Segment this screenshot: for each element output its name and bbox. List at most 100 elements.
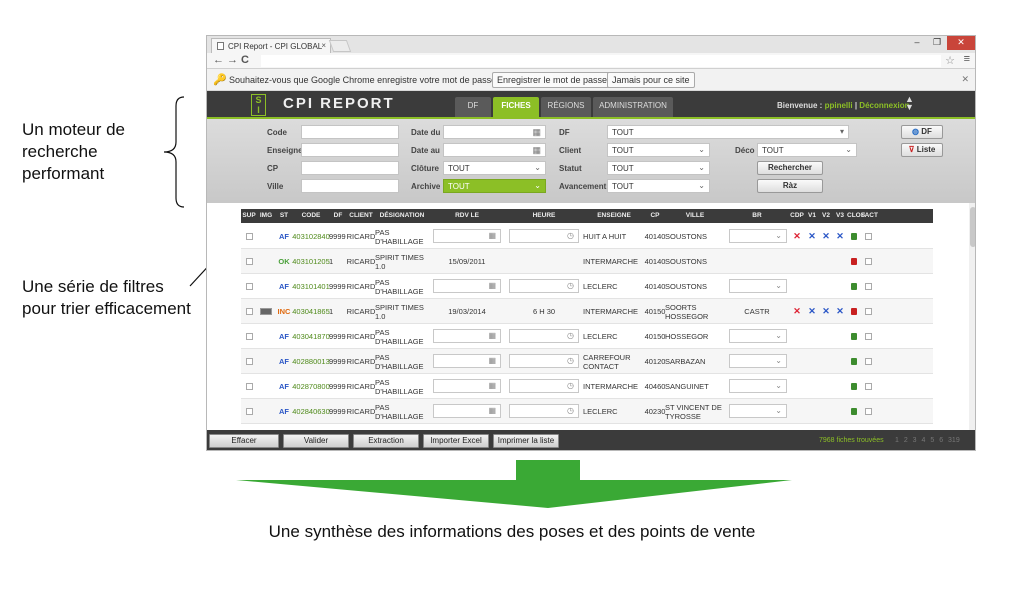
- lock-icon[interactable]: [851, 333, 857, 340]
- bookmark-star-icon[interactable]: ☆: [945, 54, 955, 67]
- close-infobar-icon[interactable]: ✕: [961, 74, 969, 85]
- browser-tab[interactable]: CPI Report - CPI GLOBAL ×: [211, 38, 331, 53]
- lock-icon[interactable]: [851, 233, 857, 240]
- heure-input[interactable]: ◷: [509, 404, 579, 418]
- client-select[interactable]: TOUT ⌄: [607, 143, 710, 157]
- scrollbar-thumb[interactable]: [970, 207, 975, 247]
- clock-icon[interactable]: ◷: [567, 281, 574, 290]
- lock-icon[interactable]: [851, 383, 857, 390]
- maximize-icon[interactable]: ❐: [927, 36, 947, 50]
- cdp-cross-icon[interactable]: ✕: [793, 307, 801, 316]
- heure-input[interactable]: ◷: [509, 279, 579, 293]
- column-header[interactable]: IMG: [257, 212, 275, 219]
- br-select[interactable]: ⌄: [729, 279, 787, 293]
- select-checkbox[interactable]: [245, 408, 253, 415]
- menu-icon[interactable]: ≡: [964, 53, 970, 65]
- fact-checkbox[interactable]: [864, 358, 872, 365]
- clock-icon[interactable]: ◷: [567, 331, 574, 340]
- select-checkbox[interactable]: [245, 283, 253, 290]
- br-select[interactable]: ⌄: [729, 354, 787, 368]
- select-checkbox[interactable]: [245, 383, 253, 390]
- br-select[interactable]: ⌄: [729, 329, 787, 343]
- reload-icon[interactable]: C: [241, 54, 249, 66]
- liste-button[interactable]: ⊽ Liste: [901, 143, 943, 157]
- rdv-date-input[interactable]: ▦: [433, 379, 501, 393]
- sort-updown-icon[interactable]: ▲ ▼: [905, 95, 914, 112]
- column-header[interactable]: CODE: [293, 212, 329, 219]
- column-header[interactable]: CDP: [789, 212, 805, 219]
- fact-checkbox[interactable]: [864, 233, 872, 240]
- column-header[interactable]: DF: [329, 212, 347, 219]
- back-icon[interactable]: ←: [213, 54, 224, 66]
- lock-icon[interactable]: [851, 283, 857, 290]
- column-header[interactable]: RDV LE: [429, 212, 505, 219]
- valider-button[interactable]: Valider: [283, 434, 349, 448]
- logout-link[interactable]: Déconnexion: [859, 101, 909, 110]
- cdp-cross-icon[interactable]: ✕: [793, 232, 801, 241]
- column-header[interactable]: ST: [275, 212, 293, 219]
- v1-cross-icon[interactable]: ✕: [808, 232, 816, 241]
- fact-checkbox[interactable]: [864, 333, 872, 340]
- code-link[interactable]: 402870800: [292, 382, 330, 391]
- rdv-date-input[interactable]: ▦: [433, 404, 501, 418]
- tab-administration[interactable]: ADMINISTRATION: [593, 97, 673, 117]
- calendar-icon[interactable]: ▦: [532, 127, 541, 138]
- cloture-select[interactable]: TOUT ⌄: [443, 161, 546, 175]
- date-au-input[interactable]: ▦: [443, 143, 546, 157]
- extraction-button[interactable]: Extraction: [353, 434, 419, 448]
- imprimer-liste-button[interactable]: Imprimer la liste: [493, 434, 559, 448]
- statut-select[interactable]: TOUT ⌄: [607, 161, 710, 175]
- fact-checkbox[interactable]: [864, 383, 872, 390]
- code-input[interactable]: [301, 125, 399, 139]
- new-tab-button[interactable]: [328, 40, 352, 52]
- lock-icon[interactable]: [851, 308, 857, 315]
- v1-cross-icon[interactable]: ✕: [808, 307, 816, 316]
- effacer-button[interactable]: Effacer: [209, 434, 279, 448]
- column-header[interactable]: BR: [725, 212, 789, 219]
- select-checkbox[interactable]: [245, 308, 253, 315]
- br-select[interactable]: ⌄: [729, 229, 787, 243]
- v2-cross-icon[interactable]: ✕: [822, 307, 830, 316]
- heure-input[interactable]: ◷: [509, 329, 579, 343]
- code-link[interactable]: 402840630: [292, 407, 330, 416]
- select-checkbox[interactable]: [245, 358, 253, 365]
- table-row[interactable]: AF 403101401 9999 RICARD PAS D'HABILLAGE ▦ ◷ LE…: [241, 274, 933, 299]
- minimize-icon[interactable]: –: [907, 36, 927, 50]
- clock-icon[interactable]: ◷: [567, 356, 574, 365]
- column-header[interactable]: CLOS: [847, 212, 865, 219]
- lock-icon[interactable]: [851, 408, 857, 415]
- table-row[interactable]: AF 402880013 9999 RICARD PAS D'HABILLAGE ▦ ◷ CA…: [241, 349, 933, 374]
- column-header[interactable]: HEURE: [505, 212, 583, 219]
- column-header[interactable]: V3: [833, 212, 847, 219]
- never-button[interactable]: Jamais pour ce site: [607, 72, 695, 88]
- table-row[interactable]: OK 403101205 1 RICARD SPIRIT TIMES 1.0 15/09/…: [241, 249, 933, 274]
- fact-checkbox[interactable]: [864, 283, 872, 290]
- code-link[interactable]: 403102840: [292, 232, 330, 241]
- fact-checkbox[interactable]: [864, 258, 872, 265]
- code-link[interactable]: 403041870: [292, 332, 330, 341]
- tab-df[interactable]: DF: [455, 97, 491, 117]
- rdv-date-input[interactable]: ▦: [433, 354, 501, 368]
- select-checkbox[interactable]: [245, 258, 253, 265]
- calendar-icon[interactable]: ▦: [488, 281, 496, 290]
- column-header[interactable]: VILLE: [665, 212, 725, 219]
- rdv-date-input[interactable]: ▦: [433, 329, 501, 343]
- table-row[interactable]: AF 403041870 9999 RICARD PAS D'HABILLAGE ▦ ◷ LE…: [241, 324, 933, 349]
- lock-icon[interactable]: [851, 358, 857, 365]
- calendar-icon[interactable]: ▦: [488, 331, 496, 340]
- clock-icon[interactable]: ◷: [567, 381, 574, 390]
- rechercher-button[interactable]: Rechercher: [757, 161, 823, 175]
- df-export-button[interactable]: ◍ DF: [901, 125, 943, 139]
- table-row[interactable]: AF 403102840 9999 RICARD PAS D'HABILLAGE ▦ ◷ HU…: [241, 224, 933, 249]
- avancement-select[interactable]: TOUT ⌄: [607, 179, 710, 193]
- br-select[interactable]: ⌄: [729, 404, 787, 418]
- close-tab-icon[interactable]: ×: [321, 41, 326, 50]
- archive-select[interactable]: TOUT ⌄: [443, 179, 546, 193]
- raz-button[interactable]: Ràz: [757, 179, 823, 193]
- select-checkbox[interactable]: [245, 333, 253, 340]
- heure-input[interactable]: ◷: [509, 379, 579, 393]
- lock-icon[interactable]: [851, 258, 857, 265]
- column-header[interactable]: V1: [805, 212, 819, 219]
- rdv-date-input[interactable]: ▦: [433, 279, 501, 293]
- clock-icon[interactable]: ◷: [567, 406, 574, 415]
